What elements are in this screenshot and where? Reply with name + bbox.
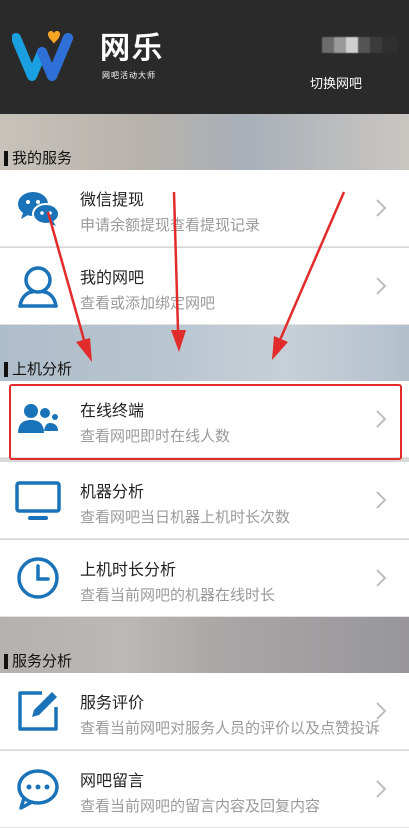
row-title: 机器分析 (80, 482, 145, 501)
row-description: 查看当前网吧对服务人员的评价以及点赞投诉 (80, 719, 381, 737)
monitor-icon (15, 481, 61, 520)
section-header-usage-analysis: 上机分析 (0, 325, 409, 381)
row-title: 上机时长分析 (80, 560, 177, 579)
message-icon (17, 769, 59, 810)
chevron-right-icon (376, 780, 387, 798)
list-item-online-duration[interactable]: 上机时长分析 查看当前网吧的机器在线时长 (0, 540, 409, 617)
row-title: 网吧留言 (80, 771, 145, 790)
row-title: 在线终端 (80, 401, 145, 420)
section-label: 我的服务 (12, 149, 73, 167)
section-header-my-services: 我的服务 (0, 114, 409, 170)
row-title: 微信提现 (80, 190, 145, 209)
section-label: 上机分析 (12, 360, 73, 378)
row-description: 查看当前网吧的机器在线时长 (80, 586, 276, 604)
users-icon (18, 404, 58, 433)
row-description: 查看或添加绑定网吧 (80, 294, 216, 312)
wechat-icon (18, 192, 60, 226)
row-description: 查看网吧即时在线人数 (80, 427, 231, 445)
brand-logo-icon (12, 31, 73, 81)
list-item-wechat-withdraw[interactable]: 微信提现 申请余额提现查看提现记录 (0, 170, 409, 247)
list-item-service-rating[interactable]: 服务评价 查看当前网吧对服务人员的评价以及点赞投诉 (0, 673, 409, 750)
chevron-right-icon (376, 410, 387, 428)
section-marker (4, 654, 8, 669)
row-description: 查看当前网吧的留言内容及回复内容 (80, 797, 321, 815)
clock-icon (17, 557, 59, 599)
edit-icon (18, 691, 58, 731)
chevron-right-icon (376, 569, 387, 587)
row-description: 申请余额提现查看提现记录 (80, 216, 261, 234)
chevron-right-icon (376, 277, 387, 295)
section-header-service-analysis: 服务分析 (0, 617, 409, 673)
user-icon (18, 266, 58, 308)
brand-title: 网乐 (100, 31, 164, 66)
list-item-machine-analysis[interactable]: 机器分析 查看网吧当日机器上机时长次数 (0, 462, 409, 539)
chevron-right-icon (376, 491, 387, 509)
row-description: 查看网吧当日机器上机时长次数 (80, 508, 291, 526)
chevron-right-icon (376, 199, 387, 217)
section-label: 服务分析 (12, 652, 73, 670)
switch-netcafe-button[interactable]: 切换网吧 (310, 73, 362, 92)
section-marker (4, 151, 8, 166)
brand-subtitle: 网吧活动大师 (102, 71, 156, 80)
row-title: 服务评价 (80, 693, 145, 712)
list-item-netcafe-messages[interactable]: 网吧留言 查看当前网吧的留言内容及回复内容 (0, 751, 409, 828)
row-title: 我的网吧 (80, 268, 145, 287)
list-item-online-terminals[interactable]: 在线终端 查看网吧即时在线人数 (0, 381, 409, 458)
account-avatar (322, 37, 398, 53)
app-header: 网乐 网吧活动大师 切换网吧 (0, 0, 409, 114)
chevron-right-icon (376, 702, 387, 720)
section-marker (4, 362, 8, 377)
list-item-my-netcafe[interactable]: 我的网吧 查看或添加绑定网吧 (0, 248, 409, 325)
